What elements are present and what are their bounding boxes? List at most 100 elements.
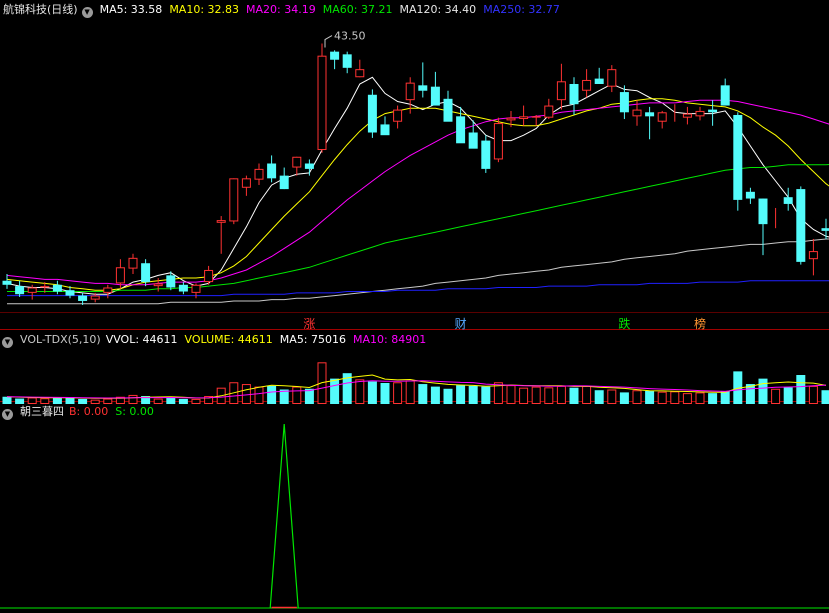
volume-bar [657,391,667,404]
candle-body [456,116,466,144]
kline-chart[interactable]: 43.50 涨 财 跌 榜 [0,0,829,613]
candle-body [733,114,743,200]
candle-body [342,54,352,68]
volume-bar [708,393,718,404]
volume-title: VOL-TDX(5,10) [20,333,101,346]
ma20-label: MA20: 34.19 [246,3,316,16]
candle-body [430,86,440,106]
event-marker: 财 [455,317,467,331]
candle-body [808,251,818,260]
candle-body [405,82,415,101]
candle-body [594,78,604,84]
candle-body [783,197,793,204]
candle-body [443,98,453,122]
indicator-header: ▼ 朝三暮四 B: 0.00 S: 0.00 [0,404,161,420]
volume-bar [153,398,163,404]
volume-bar [40,398,50,405]
candle-body [103,287,113,293]
event-marker: 涨 [303,316,315,331]
candle-body [241,178,251,188]
event-marker: 榜 [694,316,706,331]
volume-bar [632,390,642,405]
candle-body [229,178,239,222]
candle-body [632,109,642,117]
candle-body [178,284,188,292]
indicator-title: 朝三暮四 [20,405,64,418]
candle-body [2,280,12,285]
candle-body [267,163,277,179]
candle-body [695,110,705,117]
candle-body [720,85,730,106]
volume-bar [367,381,377,404]
signal-spike [269,423,299,609]
candle-body [506,117,516,121]
volume-bar [796,375,806,404]
candle-body [330,51,340,60]
volume-bar [355,379,365,405]
volume-bar [619,392,629,404]
vol-ma5-label: MA5: 75016 [279,333,347,346]
ma250-label: MA250: 32.77 [483,3,560,16]
volume-bar [430,386,440,404]
ma5-label: MA5: 33.58 [99,3,163,16]
candle-body [607,69,617,87]
candle-body [355,69,365,78]
candle-body [745,191,755,199]
candle-body [279,175,289,190]
volume-bar [191,398,201,404]
event-marker: 跌 [618,316,630,331]
volume-bar [607,389,617,404]
candle-body [569,83,579,105]
candle-body [65,290,75,296]
ma20-line [6,99,829,286]
volume-bar [178,398,188,404]
volume-bar [531,386,541,405]
volume-bar [544,387,554,405]
dropdown-icon[interactable]: ▼ [2,337,13,348]
volume-bar [771,388,781,404]
volume-bar [670,391,680,404]
candle-body [645,112,655,117]
candle-body [519,116,529,120]
max-price-label: 43.50 [334,30,366,43]
vol-ma10-label: MA10: 84901 [353,333,427,346]
ma10-label: MA10: 32.83 [169,3,240,16]
volume-bar [556,385,566,404]
candle-body [468,132,478,149]
volume-bar [380,382,390,404]
b-label: B: 0.00 [69,405,109,418]
s-label: S: 0.00 [115,405,154,418]
ma60-label: MA60: 37.21 [322,3,393,16]
candle-body [544,105,554,118]
volume-header: ▼ VOL-TDX(5,10) VVOL: 44611 VOLUME: 44611 MA… [0,332,433,348]
volume-bar [506,385,516,404]
volume-bar [103,398,113,404]
volume-bar [695,392,705,404]
candle-body [367,94,377,133]
candle-body [380,124,390,136]
ma120-label: MA120: 34.40 [399,3,477,16]
candle-body [393,109,403,122]
volume-bar [481,386,491,404]
candle-body [758,198,768,225]
candle-body [292,156,302,168]
volume-bar [821,390,829,404]
candle-body [52,284,62,292]
candle-body [166,275,176,288]
candle-body [15,286,25,295]
volume-bar [468,385,478,404]
candle-body [204,269,214,283]
volume-bar [682,393,692,404]
candle-body [317,55,327,151]
candle-body [78,295,88,301]
dropdown-icon[interactable]: ▼ [81,7,93,18]
volume-bar [267,385,277,404]
volume-bar [569,387,579,404]
candle-body [657,112,667,122]
volume-bar [330,378,340,404]
dropdown-icon[interactable]: ▼ [2,409,13,420]
vvol-label: VVOL: 44611 [105,333,178,346]
candle-body [27,287,37,293]
volume-bar [292,386,302,405]
volume-bar [645,390,655,404]
